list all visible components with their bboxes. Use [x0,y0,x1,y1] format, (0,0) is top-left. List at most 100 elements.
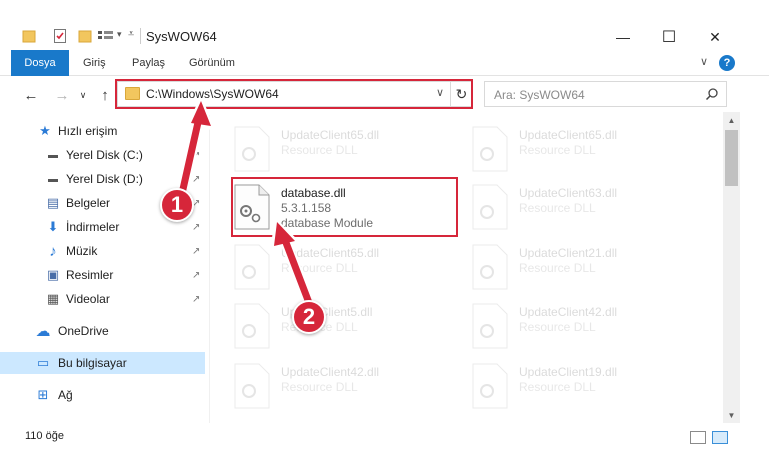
file-description: Resource DLL [281,143,358,157]
file-tile[interactable]: UpdateClient5.dll Resource DLL [213,295,448,353]
sidebar-item-this-pc[interactable]: ▭ Bu bilgisayar [0,352,205,374]
sidebar-item-disk-d[interactable]: ▬ Yerel Disk (D:) ↗ [0,168,205,190]
forward-button[interactable]: → [51,84,73,106]
file-tile[interactable]: UpdateClient42.dll Resource DLL [213,355,448,413]
file-tile[interactable]: UpdateClient19.dll Resource DLL [451,355,686,413]
file-tile[interactable]: UpdateClient42.dll Resource DLL [451,295,686,353]
tab-file[interactable]: Dosya [11,50,69,76]
sidebar-item-label: OneDrive [58,324,109,338]
customize-toolbar-icon[interactable]: ⩡ [128,28,134,41]
file-description: Resource DLL [519,380,596,394]
network-icon: ⊞ [37,387,49,402]
star-icon: ★ [39,123,51,138]
back-button[interactable]: ← [20,84,42,106]
file-name: UpdateClient42.dll [281,365,380,379]
properties-icon[interactable] [53,28,67,44]
pin-icon[interactable]: ↗ [192,294,200,305]
title-divider [140,28,141,44]
tab-view[interactable]: Görünüm [189,50,235,76]
cloud-icon: ☁ [35,323,51,340]
sidebar-item-label: Yerel Disk (C:) [66,148,143,162]
item-count: 110 öğe [25,430,64,442]
file-name: UpdateClient65.dll [519,128,618,142]
scroll-up-icon[interactable]: ▲ [723,112,740,128]
navigation-pane: ★ Hızlı erişim ▬ Yerel Disk (C:) ↗ ▬ Yer… [0,115,210,423]
sidebar-item-pictures[interactable]: ▣ Resimler ↗ [0,264,205,286]
maximize-button[interactable]: ☐ [646,24,692,50]
file-tile[interactable]: UpdateClient65.dll Resource DLL [451,118,686,176]
details-view-icon[interactable] [690,431,706,444]
tab-home[interactable]: Giriş [83,50,106,76]
sidebar-item-music[interactable]: ♪ Müzik ↗ [0,240,205,262]
file-highlight-box [231,177,458,237]
scrollbar-thumb[interactable] [725,130,738,186]
large-icons-view-icon[interactable] [712,431,728,444]
pin-icon[interactable]: ↗ [192,222,200,233]
pin-icon[interactable]: ↗ [192,246,200,257]
file-tile[interactable]: UpdateClient63.dll Resource DLL [451,176,686,234]
vertical-scrollbar[interactable]: ▲ ▼ [723,112,740,423]
status-bar: 110 öğe [0,425,769,449]
dll-file-icon [472,244,508,290]
view-options-icon[interactable] [97,28,115,44]
ribbon-tabs: Dosya Giriş Paylaş Görünüm ∨ ? [0,50,769,76]
sidebar-item-label: Ağ [58,388,73,402]
pin-icon[interactable]: ↗ [192,270,200,281]
file-description: Resource DLL [519,320,596,334]
dll-file-icon [234,303,270,349]
sidebar-item-quick-access[interactable]: ★ Hızlı erişim [0,120,205,142]
sidebar-item-label: Resimler [66,268,114,282]
sidebar-item-label: İndirmeler [66,220,120,234]
file-description: Resource DLL [519,261,596,275]
file-description: Resource DLL [281,380,358,394]
tab-share[interactable]: Paylaş [132,50,165,76]
sidebar-item-videos[interactable]: ▦ Videolar ↗ [0,288,205,310]
title-bar: ▾ ⩡ SysWOW64 — ☐ ✕ [0,0,769,50]
help-icon[interactable]: ? [719,55,735,71]
dll-file-icon [234,363,270,409]
new-folder-icon[interactable] [78,28,92,44]
computer-icon: ▭ [36,355,50,370]
step-badge-1: 1 [160,188,194,222]
recent-locations-button[interactable]: ∨ [76,84,90,106]
ribbon-expand-icon[interactable]: ∨ [700,55,708,68]
sidebar-item-label: Müzik [66,244,98,258]
minimize-button[interactable]: — [600,24,646,50]
file-description: Resource DLL [519,143,596,157]
file-name: UpdateClient21.dll [519,246,618,260]
file-name: UpdateClient19.dll [519,365,618,379]
dll-file-icon [472,126,508,172]
chevron-down-icon[interactable]: ▾ [117,29,122,40]
sidebar-item-disk-c[interactable]: ▬ Yerel Disk (C:) ↗ [0,144,205,166]
music-icon: ♪ [49,242,57,260]
sidebar-item-onedrive[interactable]: ☁ OneDrive [0,320,205,342]
file-tile[interactable]: UpdateClient65.dll Resource DLL [213,236,448,294]
window-title: SysWOW64 [146,29,217,44]
scroll-down-icon[interactable]: ▼ [723,407,740,423]
search-input[interactable]: Ara: SysWOW64 [484,81,727,107]
downloads-icon: ⬇ [47,219,59,234]
navigation-bar: ← → ∨ ↑ C:\Windows\SysWOW64 ∨ ↻ Ara: Sys… [0,78,769,110]
dll-file-icon [472,184,508,230]
pane-divider[interactable] [209,115,210,423]
pin-icon[interactable]: ↗ [192,150,200,161]
dll-file-icon [472,303,508,349]
videos-icon: ▦ [46,291,60,306]
file-name: UpdateClient42.dll [519,305,618,319]
file-tile[interactable]: UpdateClient21.dll Resource DLL [451,236,686,294]
sidebar-item-label: Hızlı erişim [58,124,118,138]
close-button[interactable]: ✕ [692,24,738,50]
sidebar-item-label: Yerel Disk (D:) [66,172,143,186]
dll-file-icon [472,363,508,409]
sidebar-item-label: Videolar [66,292,110,306]
search-icon[interactable] [705,87,719,101]
file-tile[interactable]: UpdateClient65.dll Resource DLL [213,118,448,176]
pin-icon[interactable]: ↗ [192,174,200,185]
address-highlight-box [115,79,473,109]
up-button[interactable]: ↑ [94,84,116,106]
folder-icon [22,30,36,43]
sidebar-item-label: Belgeler [66,196,111,210]
file-name: UpdateClient63.dll [519,186,618,200]
sidebar-item-label: Bu bilgisayar [58,356,127,370]
sidebar-item-network[interactable]: ⊞ Ağ [0,384,205,406]
